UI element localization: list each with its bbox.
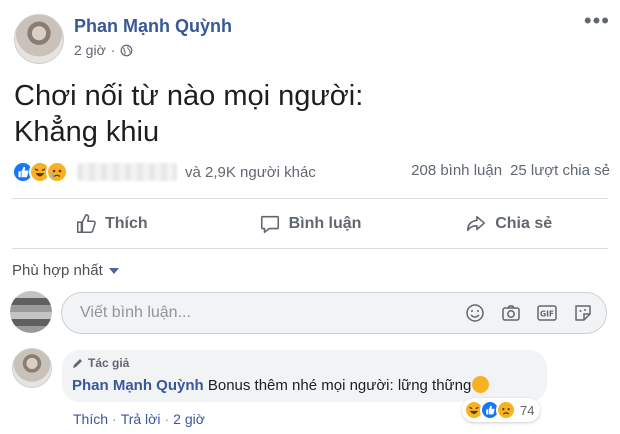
more-options-icon[interactable]: •••: [584, 10, 610, 32]
shares-count[interactable]: 25 lượt chia sẻ: [510, 162, 610, 179]
like-button[interactable]: Thích: [12, 206, 211, 242]
commenter-avatar[interactable]: [12, 348, 52, 388]
post-text-line-2: Khẳng khiu: [14, 116, 160, 148]
comment-body: Phan Mạnh Quỳnh Bonus thêm nhé mọi người…: [72, 376, 490, 394]
author-badge-label: Tác giả: [88, 356, 130, 370]
blurred-reactor-names: [77, 163, 177, 181]
comments-count[interactable]: 208 bình luận: [411, 162, 502, 179]
divider: [12, 198, 608, 199]
speech-bubble-icon: [260, 215, 279, 234]
share-label: Chia sẻ: [495, 215, 553, 232]
comment-label: Bình luận: [288, 215, 362, 232]
comment-like-link[interactable]: Thích: [73, 411, 108, 427]
post-content: Chơi nối từ nào mọi người: Khẳng khiu: [14, 78, 363, 150]
comment-author-name[interactable]: Phan Mạnh Quỳnh: [72, 377, 204, 394]
emoji-icon[interactable]: [464, 302, 486, 324]
comment-input[interactable]: [80, 304, 440, 322]
comment-actions: Thích · Trả lời · 2 giờ: [73, 411, 205, 427]
share-button[interactable]: Chia sẻ: [409, 206, 608, 242]
caret-down-icon: [108, 267, 119, 274]
reactions-summary[interactable]: và 2,9K người khác 208 bình luận 25 lượt…: [12, 158, 610, 186]
comment-button[interactable]: Bình luận: [211, 206, 410, 242]
post-meta: 2 giờ ·: [74, 42, 133, 58]
sticker-icon[interactable]: [572, 302, 594, 324]
comment-reaction-count: 74: [520, 402, 535, 418]
comment-reply-link[interactable]: Trả lời: [121, 411, 161, 427]
comment-text: Bonus thêm nhé mọi người: lững thững: [207, 377, 472, 394]
camera-icon[interactable]: [500, 302, 522, 324]
current-user-avatar[interactable]: [10, 291, 52, 333]
pencil-icon: [73, 359, 82, 368]
comment-time[interactable]: 2 giờ: [173, 411, 205, 427]
post-text-line-1: Chơi nối từ nào mọi người:: [14, 80, 364, 112]
globe-icon[interactable]: [120, 44, 133, 57]
dot-separator: ·: [164, 411, 170, 427]
post-actions: Thích Bình luận Chia sẻ: [12, 206, 608, 242]
post-author-name[interactable]: Phan Mạnh Quỳnh: [74, 16, 232, 37]
sad-reaction-icon: [46, 161, 68, 183]
divider: [12, 248, 608, 249]
comment-sort-dropdown[interactable]: Phù hợp nhất: [12, 262, 119, 279]
like-label: Thích: [105, 215, 148, 232]
comment-reactions[interactable]: 74: [462, 398, 541, 422]
svg-text:GIF: GIF: [540, 310, 554, 319]
facebook-post: Phan Mạnh Quỳnh 2 giờ · ••• Chơi nối từ …: [0, 0, 620, 434]
comment-composer[interactable]: GIF: [61, 292, 607, 334]
laughing-emoji-icon: [472, 376, 490, 393]
sad-reaction-icon: [496, 400, 516, 420]
dot-separator: ·: [112, 411, 117, 427]
reaction-others-text[interactable]: và 2,9K người khác: [185, 164, 316, 181]
post-time[interactable]: 2 giờ: [74, 42, 106, 58]
author-avatar[interactable]: [14, 14, 64, 64]
gif-icon[interactable]: GIF: [536, 302, 558, 324]
composer-icons: GIF: [464, 302, 594, 324]
share-arrow-icon: [467, 215, 486, 232]
comment-bubble: Tác giả Phan Mạnh Quỳnh Bonus thêm nhé m…: [62, 350, 547, 402]
meta-separator: ·: [110, 42, 116, 58]
post-stats: 208 bình luận 25 lượt chia sẻ: [411, 162, 610, 179]
sort-label: Phù hợp nhất: [12, 262, 103, 279]
thumbs-up-icon: [76, 214, 96, 234]
author-badge: Tác giả: [72, 356, 129, 370]
